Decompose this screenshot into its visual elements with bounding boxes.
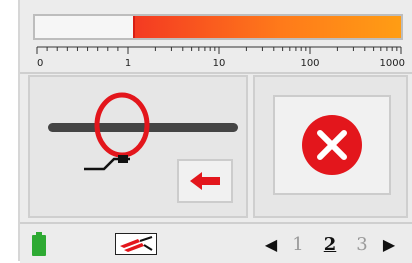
page-1[interactable]: 1	[282, 234, 314, 255]
scale-label: 0	[37, 58, 43, 69]
clamp-leads-icon	[115, 233, 157, 255]
scale-label: 10	[213, 58, 226, 69]
status-panel	[253, 75, 408, 218]
page-2[interactable]: 2	[314, 234, 346, 255]
next-page-button[interactable]: ▶	[378, 235, 400, 254]
level-meter: 0 1 10 100 1000	[20, 0, 412, 74]
status-bar: ◀ 1 2 3 ▶	[20, 222, 412, 263]
scale-label: 100	[300, 58, 319, 69]
probe-panel	[28, 75, 248, 218]
scale-label: 1000	[380, 58, 405, 69]
left-arrow-icon	[190, 172, 220, 190]
battery-full-icon	[32, 232, 46, 256]
error-x-icon	[302, 115, 362, 175]
error-indicator	[273, 95, 391, 195]
scale-label: 1	[125, 58, 131, 69]
page-navigator: ◀ 1 2 3 ▶	[260, 230, 400, 258]
log-scale: 0 1 10 100 1000	[36, 46, 405, 69]
back-button[interactable]	[177, 159, 233, 203]
page-3[interactable]: 3	[346, 234, 378, 255]
prev-page-button[interactable]: ◀	[260, 235, 282, 254]
device-screen: 0 1 10 100 1000 ◀ 1 2 3 ▶	[18, 0, 412, 263]
